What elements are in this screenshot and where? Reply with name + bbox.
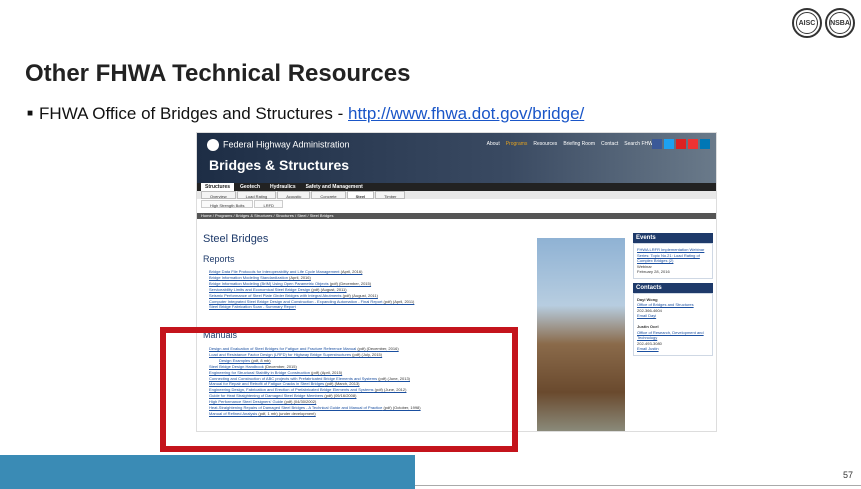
tab-structures[interactable]: Structures xyxy=(201,183,235,191)
fhwa-bridge-link[interactable]: http://www.fhwa.dot.gov/bridge/ xyxy=(348,104,584,123)
flickr-icon[interactable] xyxy=(688,139,698,149)
reports-heading: Reports xyxy=(203,254,235,264)
report-link-text: Seismic Performance of Steel Plate Girde… xyxy=(209,292,342,298)
tab-high-strength-bolts[interactable]: High Strength Bolts xyxy=(201,200,254,208)
report-link-text: Serviceability Limits and Economical Ste… xyxy=(209,286,311,292)
contact1-name: Dayi Wong xyxy=(637,296,658,302)
contact1-office-link[interactable]: Office of Bridges and Structures xyxy=(637,302,694,307)
slide-title: Other FHWA Technical Resources xyxy=(25,60,411,87)
event-date: February 28, 2016 xyxy=(637,269,670,274)
event-link[interactable]: FHWA LRFR Implementation Webinar Series:… xyxy=(637,247,704,263)
tab-safety[interactable]: Safety and Management xyxy=(302,183,367,191)
events-body: FHWA LRFR Implementation Webinar Series:… xyxy=(633,243,713,279)
page-heading: Steel Bridges xyxy=(203,233,269,245)
page-number: 57 xyxy=(842,470,853,480)
facebook-icon[interactable] xyxy=(652,139,662,149)
event-type: Webinar xyxy=(637,263,652,269)
report-link-text: Bridge Information Modeling Standardizat… xyxy=(209,274,288,280)
linkedin-icon[interactable] xyxy=(700,139,710,149)
sidebar: Events FHWA LRFR Implementation Webinar … xyxy=(633,233,713,356)
agency-label: Federal Highway Administration xyxy=(223,139,350,150)
footer-divider xyxy=(415,485,861,486)
aisc-logo-text: AISC xyxy=(796,12,818,34)
contact1-phone: 202-366-4604 xyxy=(637,307,662,313)
top-link-contact[interactable]: Contact xyxy=(601,141,618,147)
contact2-email-link[interactable]: Email Justin xyxy=(637,346,659,351)
tab-load-rating[interactable]: Load Rating xyxy=(236,191,277,199)
dot-seal-icon xyxy=(207,139,219,151)
contact1-email-link[interactable]: Email Dayi xyxy=(637,313,656,318)
nsba-logo-text: NSBA xyxy=(829,12,851,34)
site-name: Bridges & Structures xyxy=(209,157,350,173)
report-link-note: (pdf) (August, 2011) xyxy=(310,286,347,292)
report-link-note: (pdf) (December, 2015) xyxy=(328,280,372,286)
contacts-heading: Contacts xyxy=(633,282,713,293)
social-icons xyxy=(652,139,710,149)
tab-overview[interactable]: Overview xyxy=(201,191,236,199)
report-link-note: (pdf) (April, 2011) xyxy=(382,298,415,304)
tertiary-nav: High Strength Bolts LRFD xyxy=(197,200,716,208)
top-link-about[interactable]: About xyxy=(487,141,500,147)
footer-bar xyxy=(0,455,415,489)
tab-timber[interactable]: Timber xyxy=(375,191,406,199)
site-header: Federal Highway Administration Bridges &… xyxy=(197,133,716,183)
secondary-nav: Overview Load Rating Acoustic Concrete S… xyxy=(197,191,716,199)
events-heading: Events xyxy=(633,233,713,243)
report-link-note: (April, 2016) xyxy=(287,274,311,280)
top-link-programs[interactable]: Programs xyxy=(506,141,528,147)
aisc-logo-icon: AISC xyxy=(792,8,822,38)
slide: AISC NSBA Other FHWA Technical Resources… xyxy=(0,0,861,489)
logos: AISC NSBA xyxy=(792,8,855,38)
bridge-photo xyxy=(537,238,625,431)
top-link-briefing[interactable]: Briefing Room xyxy=(563,141,595,147)
youtube-icon[interactable] xyxy=(676,139,686,149)
top-link-resources[interactable]: Resources xyxy=(533,141,557,147)
bullet-icon: ■ xyxy=(27,108,34,119)
reports-list: Bridge Data File Protocols for Interoper… xyxy=(209,269,414,310)
contact2-phone: 202-493-3080 xyxy=(637,340,662,346)
breadcrumb[interactable]: Home / Programs / Bridges & Structures /… xyxy=(197,213,716,219)
tab-hydraulics[interactable]: Hydraulics xyxy=(266,183,300,191)
report-link-text: Computer Integrated Steel Bridge Design … xyxy=(209,298,383,304)
primary-nav: Structures Geotech Hydraulics Safety and… xyxy=(197,183,716,191)
contact2-name: Justin Ocel xyxy=(637,324,659,329)
report-link-text: Bridge Information Modeling (BrIM) Using… xyxy=(209,280,329,286)
report-link-text: Steel Bridge Fabrication Scan - Summary … xyxy=(209,304,296,310)
tab-concrete[interactable]: Concrete xyxy=(311,191,346,199)
contacts-body: Dayi Wong Office of Bridges and Structur… xyxy=(633,292,713,356)
highlight-box xyxy=(160,327,518,452)
twitter-icon[interactable] xyxy=(664,139,674,149)
tab-acoustic[interactable]: Acoustic xyxy=(277,191,311,199)
agency-name: Federal Highway Administration xyxy=(207,139,350,151)
report-link-note: (pdf) (August, 2011) xyxy=(341,292,378,298)
report-link-note: (April, 2016) xyxy=(339,269,363,274)
contact2-office-link[interactable]: Office of Research, Development and Tech… xyxy=(637,330,704,341)
tab-steel[interactable]: Steel xyxy=(346,191,375,199)
report-link[interactable]: Steel Bridge Fabrication Scan - Summary … xyxy=(209,304,414,310)
tab-lrfd[interactable]: LRFD xyxy=(254,200,283,208)
bullet-text: FHWA Office of Bridges and Structures - xyxy=(39,104,348,123)
top-links: About Programs Resources Briefing Room C… xyxy=(487,141,656,147)
bullet-item: ■ FHWA Office of Bridges and Structures -… xyxy=(27,104,584,124)
tab-geotech[interactable]: Geotech xyxy=(236,183,264,191)
nsba-logo-icon: NSBA xyxy=(825,8,855,38)
report-link-text: Bridge Data File Protocols for Interoper… xyxy=(209,269,340,274)
